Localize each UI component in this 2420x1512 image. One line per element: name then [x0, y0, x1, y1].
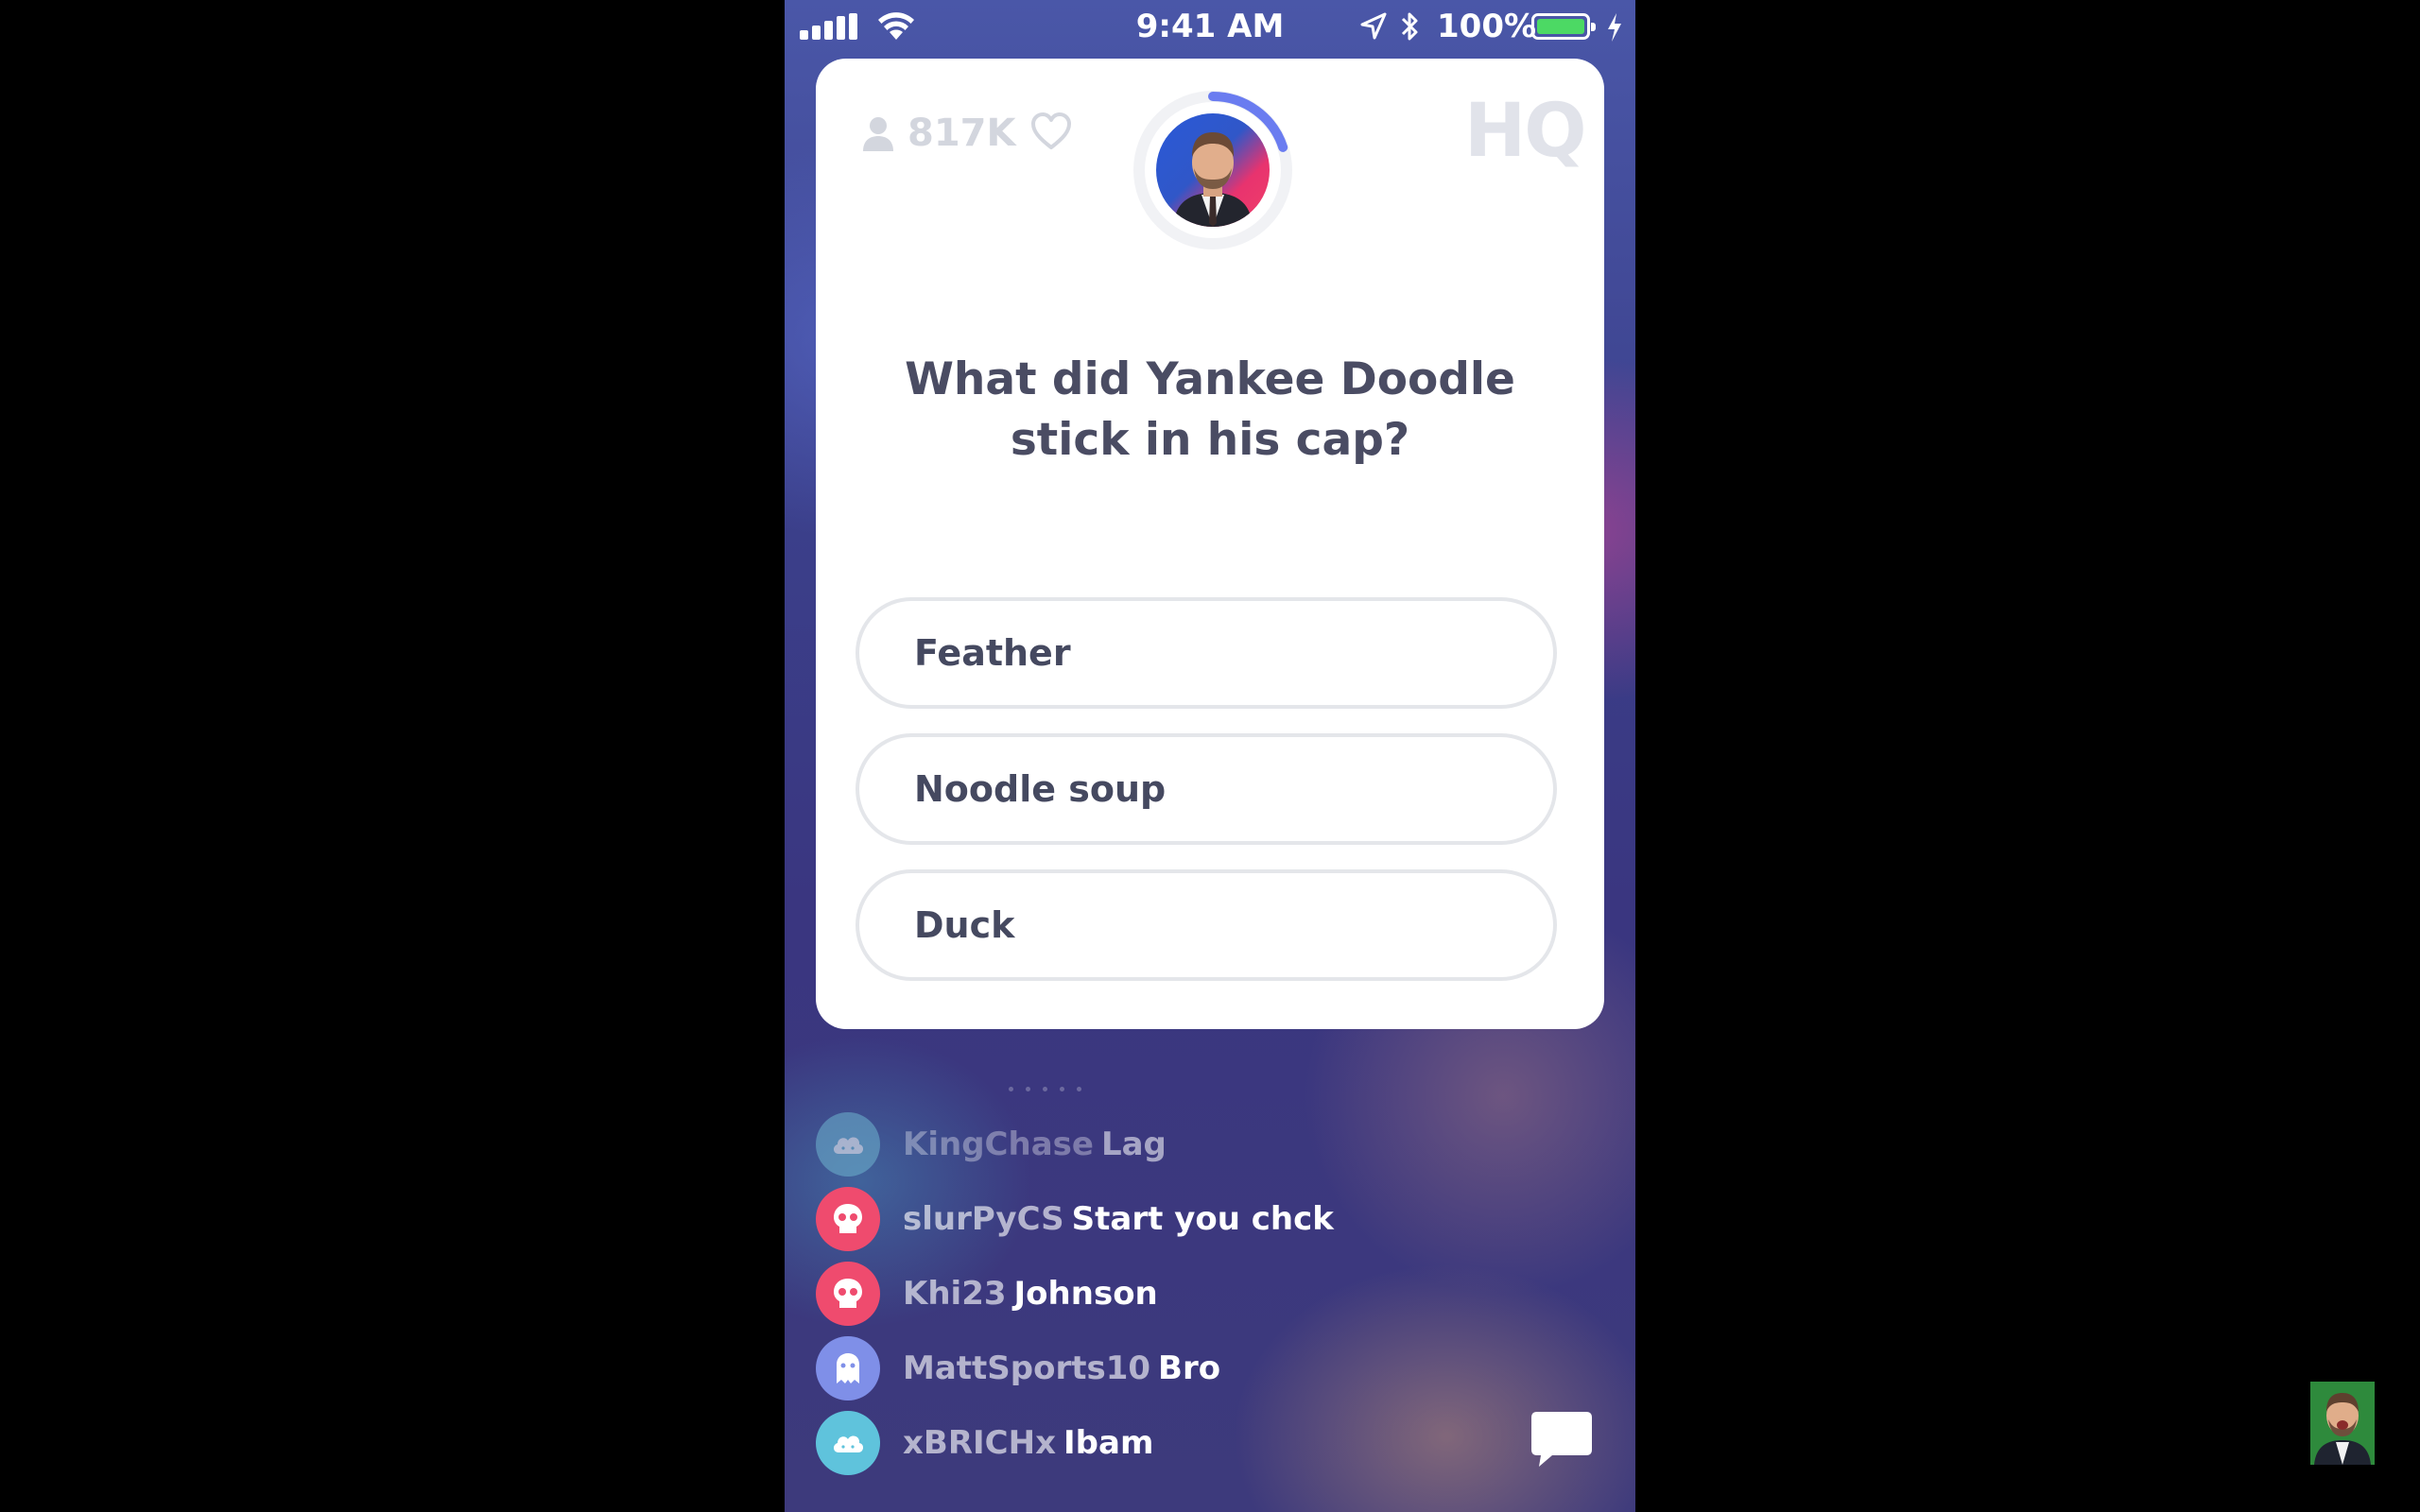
chat-message: xBRICHx Ibam [816, 1411, 1478, 1477]
answer-option-1[interactable]: Feather [856, 597, 1557, 709]
question-text: What did Yankee Doodle stick in his cap? [905, 353, 1515, 466]
charging-bolt-icon [1608, 13, 1621, 42]
chat-message-text: Ibam [1063, 1424, 1154, 1462]
chat-bubble-icon[interactable] [1530, 1408, 1594, 1470]
chat-message-text: Bro [1158, 1349, 1221, 1387]
chat-message-text: Lag [1100, 1125, 1167, 1163]
chat-message: MattSports10 Bro [816, 1336, 1478, 1402]
chat-avatar [816, 1262, 880, 1326]
status-bar: 9:41 AM 100% [785, 0, 1635, 55]
host-avatar [1156, 113, 1270, 227]
countdown-timer [1130, 87, 1296, 253]
chat-avatar [816, 1112, 880, 1177]
location-arrow-icon [1360, 12, 1387, 40]
chat-avatar [816, 1336, 880, 1400]
viewer-count-value: 817K [908, 112, 1016, 155]
heart-icon[interactable] [1029, 112, 1073, 151]
phone-screen: 9:41 AM 100% 817K HQ What did Yankee Doo… [785, 0, 1635, 1512]
answer-option-label: Noodle soup [914, 768, 1167, 810]
answer-option-3[interactable]: Duck [856, 869, 1557, 981]
answer-option-label: Duck [914, 904, 1015, 946]
cloud-icon [833, 1435, 864, 1452]
cloud-icon [833, 1137, 864, 1154]
question-card: 817K HQ What did Yankee Doodle stick in … [816, 59, 1604, 1029]
skull-icon [834, 1279, 862, 1308]
chat-scroll-indicator [1009, 1087, 1103, 1096]
chat-username: Khi23 [903, 1275, 1007, 1313]
answer-option-label: Feather [914, 632, 1071, 674]
chat-message-text: Johnson [1013, 1275, 1158, 1313]
chat-username: slurPyCS [903, 1200, 1064, 1238]
battery-icon [1531, 13, 1596, 40]
chat-username: KingChase [903, 1125, 1094, 1163]
battery-percentage: 100% [1437, 8, 1537, 45]
chat-message: Khi23 Johnson [816, 1262, 1478, 1328]
chat-username: MattSports10 [903, 1349, 1151, 1387]
chat-avatar [816, 1411, 880, 1475]
answer-option-2[interactable]: Noodle soup [856, 733, 1557, 845]
chat-message: slurPyCS Start you chck [816, 1187, 1478, 1253]
chat-message: KingChase Lag [816, 1112, 1478, 1178]
host-thumbnail [2310, 1382, 2375, 1465]
skull-icon [834, 1204, 862, 1233]
person-icon [863, 117, 893, 151]
chat-username: xBRICHx [903, 1424, 1057, 1462]
chat-avatar [816, 1187, 880, 1251]
bluetooth-icon [1401, 12, 1418, 41]
ghost-icon [837, 1353, 859, 1383]
chat-message-text: Start you chck [1071, 1200, 1334, 1238]
hq-logo: HQ [1464, 89, 1587, 174]
